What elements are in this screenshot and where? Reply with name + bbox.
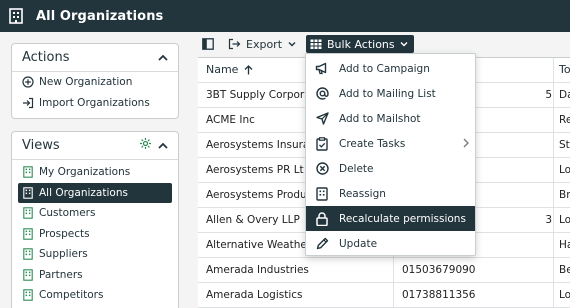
plus-circle-icon: [22, 76, 34, 88]
chevron-up-icon[interactable]: [158, 50, 168, 65]
cell-town: Ha: [559, 238, 570, 251]
grid-icon: [310, 39, 322, 50]
menu-item-add-to-campaign[interactable]: Add to Campaign: [306, 56, 475, 81]
top-bar: All Organizations: [0, 0, 570, 32]
menu-item-label: Create Tasks: [339, 137, 406, 150]
new-organization-link[interactable]: New Organization: [12, 72, 178, 93]
menu-item-label: Delete: [339, 162, 374, 175]
cell-name[interactable]: Amerada Industries: [206, 258, 391, 282]
cell-town: Da: [559, 88, 570, 101]
clipboard-icon: [315, 136, 329, 151]
chevron-down-icon: [288, 41, 296, 47]
views-panel: Views My Organizations All Organizations…: [11, 131, 179, 308]
reassign-icon: [315, 186, 329, 201]
at-icon: [315, 87, 329, 101]
grid-toolbar: Export Bulk Actions: [198, 34, 414, 54]
export-button[interactable]: Export: [224, 35, 300, 53]
cell-town: St: [559, 138, 570, 151]
menu-item-add-to-mailshot[interactable]: Add to Mailshot: [306, 106, 475, 131]
menu-item-create-tasks[interactable]: Create Tasks: [306, 131, 475, 156]
building-icon: [22, 269, 34, 281]
cell-town: Br: [559, 188, 570, 201]
view-item-suppliers[interactable]: Suppliers: [12, 244, 178, 265]
import-organizations-link[interactable]: Import Organizations: [12, 93, 178, 114]
building-icon: [22, 187, 34, 199]
page-title: All Organizations: [36, 8, 164, 24]
cell-town: Lo: [559, 288, 570, 301]
view-item-label: Prospects: [39, 227, 90, 240]
view-item-label: Partners: [39, 268, 83, 281]
view-item-label: All Organizations: [39, 186, 128, 199]
building-icon: [22, 228, 34, 240]
view-item-my-organizations[interactable]: My Organizations: [12, 162, 178, 183]
export-icon: [228, 38, 241, 50]
new-organization-label: New Organization: [39, 76, 133, 89]
panel-toggle-icon[interactable]: [198, 35, 218, 53]
cell-town: Be: [559, 263, 570, 276]
pencil-icon: [315, 237, 329, 251]
delete-circle-icon: [315, 162, 329, 176]
view-item-competitors[interactable]: Competitors: [12, 285, 178, 306]
view-item-all-organizations[interactable]: All Organizations: [18, 182, 172, 203]
view-item-label: My Organizations: [39, 166, 131, 179]
actions-panel: Actions New Organization Import Organiza…: [11, 43, 179, 119]
column-header-town[interactable]: To: [559, 58, 570, 82]
bulk-actions-label: Bulk Actions: [327, 37, 395, 51]
cell-town: Re: [559, 113, 570, 126]
import-icon: [22, 97, 34, 109]
chevron-up-icon[interactable]: [158, 138, 168, 153]
bulk-actions-button[interactable]: Bulk Actions: [306, 35, 414, 53]
view-item-partners[interactable]: Partners: [12, 265, 178, 286]
building-icon: [22, 207, 34, 219]
sort-arrow-up-icon: [244, 64, 253, 75]
actions-panel-title: Actions: [22, 50, 70, 65]
menu-item-label: Add to Mailing List: [339, 87, 436, 100]
cell-town: Lo: [559, 213, 570, 226]
chevron-down-icon: [400, 41, 408, 47]
building-icon: [22, 248, 34, 260]
table-row[interactable]: Amerada Logistics 01738811356 Lo: [198, 283, 570, 308]
menu-item-add-to-mailing-list[interactable]: Add to Mailing List: [306, 81, 475, 106]
gear-icon[interactable]: [139, 137, 152, 154]
menu-item-update[interactable]: Update: [306, 231, 475, 256]
chevron-right-icon: [463, 138, 469, 151]
table-row[interactable]: Amerada Industries 01503679090 Be: [198, 258, 570, 283]
cell-phone: 01738811356: [402, 288, 476, 301]
view-item-label: Suppliers: [39, 248, 88, 261]
views-panel-header[interactable]: Views: [12, 132, 178, 160]
bulk-actions-menu: Add to Campaign Add to Mailing List Add …: [305, 53, 476, 256]
cell-town: Lo: [559, 163, 570, 176]
menu-item-label: Recalculate permissions: [339, 212, 466, 225]
menu-item-label: Reassign: [339, 187, 386, 200]
view-item-label: Competitors: [39, 289, 104, 302]
menu-item-reassign[interactable]: Reassign: [306, 181, 475, 206]
cell-name[interactable]: Amerada Logistics: [206, 283, 391, 307]
views-panel-title: Views: [22, 138, 60, 153]
building-icon: [8, 8, 24, 24]
send-icon: [315, 112, 329, 126]
menu-item-recalculate-permissions[interactable]: Recalculate permissions: [306, 206, 475, 231]
menu-item-label: Add to Campaign: [339, 62, 430, 75]
lock-icon: [315, 211, 329, 226]
cell-phone: 01503679090: [402, 263, 476, 276]
building-icon: [22, 166, 34, 178]
view-item-customers[interactable]: Customers: [12, 203, 178, 224]
import-organizations-label: Import Organizations: [39, 96, 150, 109]
view-item-label: Customers: [39, 207, 96, 220]
megaphone-icon: [315, 62, 329, 76]
menu-item-delete[interactable]: Delete: [306, 156, 475, 181]
actions-panel-header[interactable]: Actions: [12, 44, 178, 72]
menu-item-label: Add to Mailshot: [339, 112, 421, 125]
export-label: Export: [246, 37, 283, 51]
building-icon: [22, 289, 34, 301]
view-item-prospects[interactable]: Prospects: [12, 224, 178, 245]
menu-item-label: Update: [339, 237, 378, 250]
